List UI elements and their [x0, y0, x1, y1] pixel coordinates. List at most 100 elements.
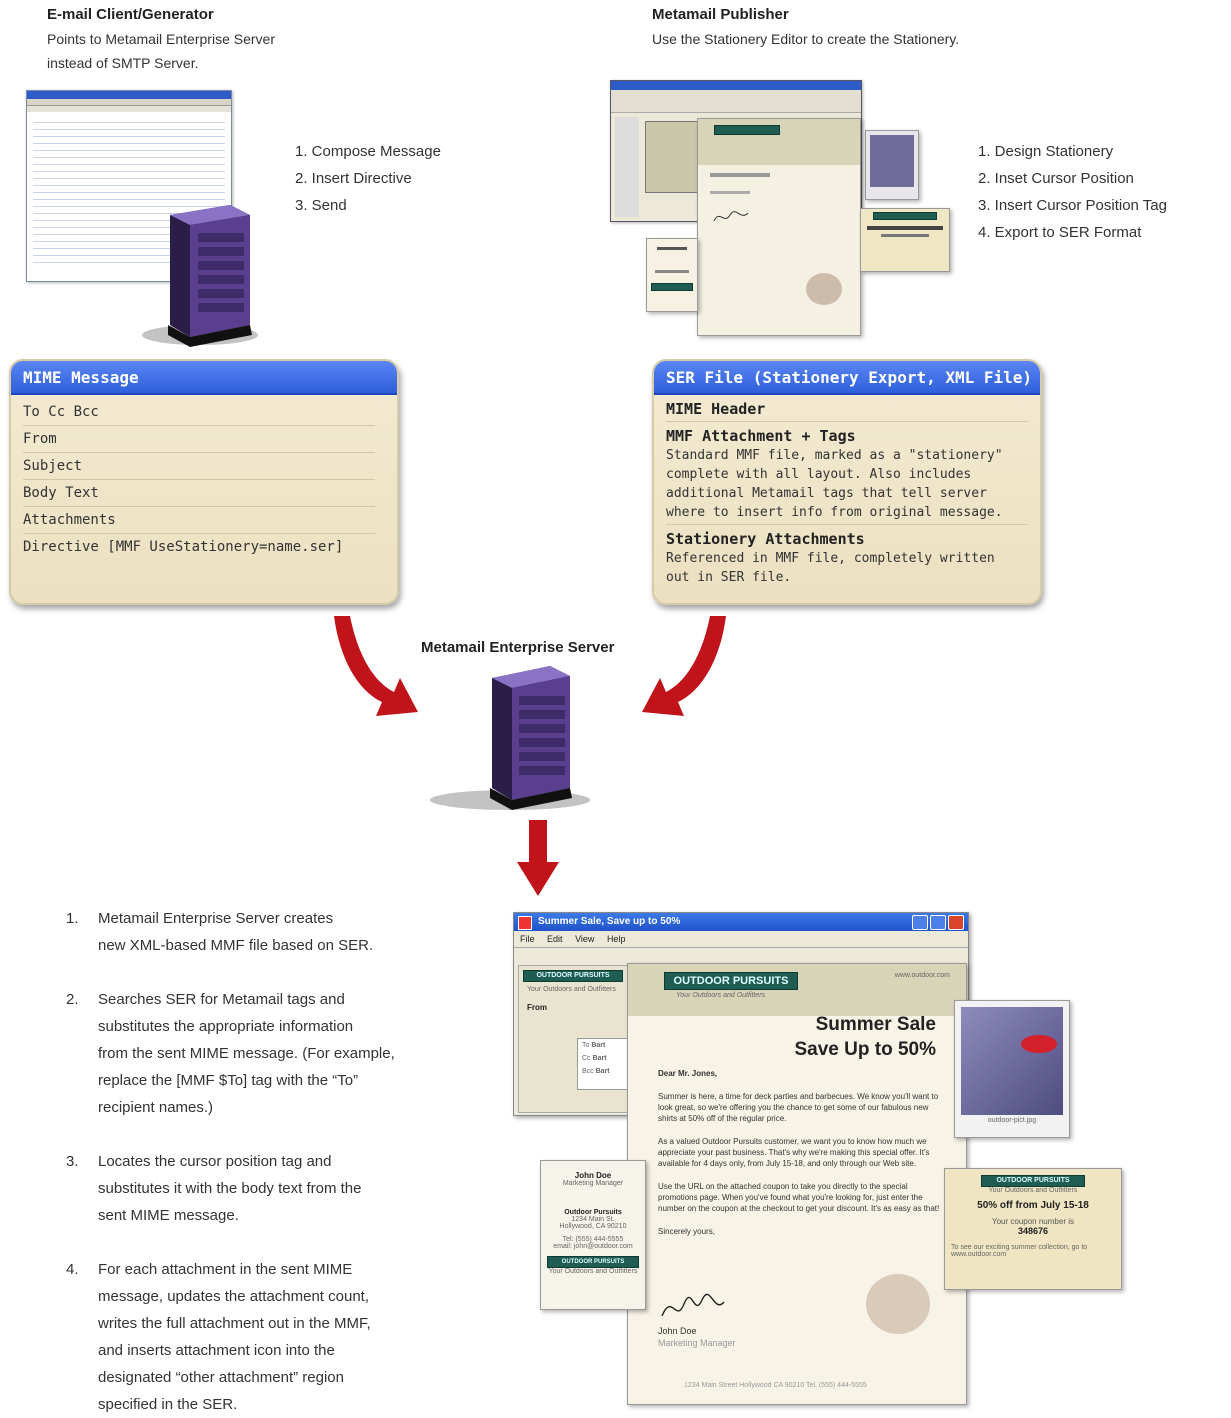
headline-2: Save Up to 50%	[794, 1039, 937, 1060]
coupon-number-label: Your coupon number is	[992, 1217, 1074, 1226]
step-text: Locates the cursor position tag and	[98, 1153, 332, 1170]
shirts-thumbnail	[865, 130, 919, 200]
shirts-photo	[961, 1007, 1063, 1115]
menu-view[interactable]: View	[575, 934, 594, 944]
mime-row: To Cc Bcc	[23, 399, 375, 426]
publisher-subtitle: Use the Stationery Editor to create the …	[652, 31, 960, 47]
card-tagline: Your Outdoors and Outfitters	[548, 1268, 638, 1275]
email-step: 1. Compose Message	[295, 143, 441, 160]
letter-brand-logo: OUTDOOR PURSUITS	[664, 972, 798, 990]
menu-help[interactable]: Help	[607, 934, 626, 944]
brand-tagline: Your Outdoors and Outfitters	[527, 986, 616, 993]
shirt-watermark-icon	[866, 1274, 930, 1334]
card-address-2: Hollywood, CA 90210	[559, 1223, 627, 1230]
step-text: message, updates the attachment count,	[98, 1288, 370, 1305]
step-text: For each attachment in the sent MIME	[98, 1261, 353, 1278]
ser-block-stationery-attachments: Stationery Attachments Referenced in MMF…	[666, 525, 1028, 589]
coupon-thumbnail	[860, 208, 950, 272]
step-text: new XML-based MMF file based on SER.	[98, 937, 374, 954]
business-card-thumbnail	[646, 238, 698, 312]
maximize-button[interactable]	[930, 915, 946, 930]
menu-edit[interactable]: Edit	[547, 934, 563, 944]
letter-body-3: Use the URL on the attached coupon to ta…	[658, 1182, 940, 1213]
step-text: designated “other attachment” region	[98, 1369, 344, 1386]
card-email[interactable]: email: john@outdoor.com	[541, 1243, 645, 1250]
ser-block-text: complete with all layout. Also includes	[666, 467, 972, 482]
mime-row: Subject	[23, 453, 375, 480]
coupon-brand-logo: OUTDOOR PURSUITS	[981, 1175, 1085, 1187]
process-step-4: 4. For each attachment in the sent MIME …	[66, 1256, 486, 1416]
ser-block-mmf-attachment: MMF Attachment + Tags Standard MMF file,…	[666, 422, 1028, 525]
addr-to-value[interactable]: Bart	[591, 1042, 605, 1049]
step-text: substitutes the appropriate information	[98, 1018, 354, 1035]
mime-panel-title: MIME Message	[11, 361, 397, 395]
mime-row: Body Text	[23, 480, 375, 507]
ser-block-heading: MMF Attachment + Tags	[666, 427, 856, 445]
publisher-step: 1. Design Stationery	[978, 143, 1114, 160]
card-brand-logo: OUTDOOR PURSUITS	[547, 1256, 639, 1268]
mime-message-panel: MIME Message To Cc Bcc From Subject Body…	[9, 359, 399, 605]
ser-block-text: Referenced in MMF file, completely writt…	[666, 551, 995, 566]
letter-body-2: As a valued Outdoor Pursuits customer, w…	[658, 1137, 930, 1168]
letter-tagline: Your Outdoors and Outfitters	[676, 992, 766, 999]
arrow-down-to-result	[517, 820, 559, 896]
step-text: Metamail Enterprise Server creates	[98, 910, 334, 927]
coupon-attachment[interactable]: OUTDOOR PURSUITS Your Outdoors and Outfi…	[944, 1168, 1122, 1290]
step-text: Searches SER for Metamail tags and	[98, 991, 345, 1008]
headline-1: Summer Sale	[815, 1014, 936, 1035]
addr-to-label: To	[582, 1042, 590, 1049]
email-step: 3. Send	[295, 197, 347, 214]
result-window-title: Summer Sale, Save up to 50%	[514, 913, 968, 931]
brand-logo: OUTDOOR PURSUITS	[523, 970, 623, 982]
mime-row: Directive [MMF UseStationery=name.ser]	[23, 539, 344, 555]
message-header-pane: OUTDOOR PURSUITS Your Outdoors and Outfi…	[518, 965, 633, 1113]
ser-block-text: where to insert info from original messa…	[666, 505, 1003, 520]
coupon-tagline: Your Outdoors and Outfitters	[988, 1187, 1078, 1194]
addr-bcc-value[interactable]: Bart	[596, 1068, 610, 1075]
ser-panel-title: SER File (Stationery Export, XML File)	[654, 361, 1040, 395]
letter-greeting: Dear Mr. Jones,	[658, 1069, 718, 1078]
ser-block-text: out in SER file.	[666, 570, 792, 585]
app-icon	[518, 916, 532, 930]
photo-attachment[interactable]: outdoor-pict.jpg	[954, 1000, 1070, 1138]
ser-block-heading: MIME Header	[666, 400, 766, 418]
process-step-2: 2. Searches SER for Metamail tags and su…	[66, 986, 486, 1126]
menu-file[interactable]: File	[520, 934, 535, 944]
email-client-subtitle-1: Points to Metamail Enterprise Server	[47, 31, 275, 47]
close-button[interactable]	[948, 915, 964, 930]
step-number: 3.	[66, 1153, 79, 1170]
email-client-steps: 1. Compose Message 2. Insert Directive 3…	[295, 138, 441, 219]
publisher-step: 2. Inset Cursor Position	[978, 170, 1134, 187]
business-card: John Doe Marketing Manager Outdoor Pursu…	[540, 1160, 646, 1310]
server-icon	[142, 205, 258, 347]
card-title: Marketing Manager	[562, 1180, 624, 1187]
step-text: replace the [MMF $To] tag with the “To”	[98, 1072, 359, 1089]
addr-bcc-label: Bcc	[582, 1068, 594, 1075]
coupon-number: 348676	[1017, 1226, 1049, 1236]
step-number: 2.	[66, 991, 79, 1008]
process-step-1: 1. Metamail Enterprise Server creates ne…	[66, 905, 486, 965]
process-step-3: 3. Locates the cursor position tag and s…	[66, 1148, 486, 1234]
card-company: Outdoor Pursuits	[564, 1209, 622, 1216]
server-icon	[430, 666, 590, 810]
letter-footer: 1234 Main Street Hollywood CA 90210 Tel.…	[684, 1382, 867, 1389]
step-text: sent MIME message.	[98, 1207, 239, 1224]
letter-page: OUTDOOR PURSUITS Your Outdoors and Outfi…	[627, 963, 967, 1405]
step-text: and inserts attachment icon into the	[98, 1342, 335, 1359]
coupon-headline: 50% off from July 15-18	[977, 1200, 1089, 1211]
address-block: To Bart Cc Bart Bcc Bart	[577, 1038, 633, 1090]
card-tel: Tel: (555) 444-5555	[562, 1236, 624, 1243]
arrow-right-to-server	[642, 616, 726, 716]
publisher-title: Metamail Publisher	[652, 6, 789, 23]
ser-block-text: Standard MMF file, marked as a "statione…	[666, 448, 1003, 463]
arrow-left-to-server	[334, 616, 418, 716]
card-name: John Doe	[574, 1171, 612, 1180]
addr-cc-value[interactable]: Bart	[593, 1055, 607, 1062]
menu-bar: File Edit View Help	[514, 931, 968, 948]
server-label: Metamail Enterprise Server	[421, 639, 615, 656]
ser-block-text: additional Metamail tags that tell serve…	[666, 486, 987, 501]
minimize-button[interactable]	[912, 915, 928, 930]
publisher-step: 4. Export to SER Format	[978, 224, 1142, 241]
step-number: 4.	[66, 1261, 79, 1278]
signature-icon	[661, 1293, 725, 1317]
